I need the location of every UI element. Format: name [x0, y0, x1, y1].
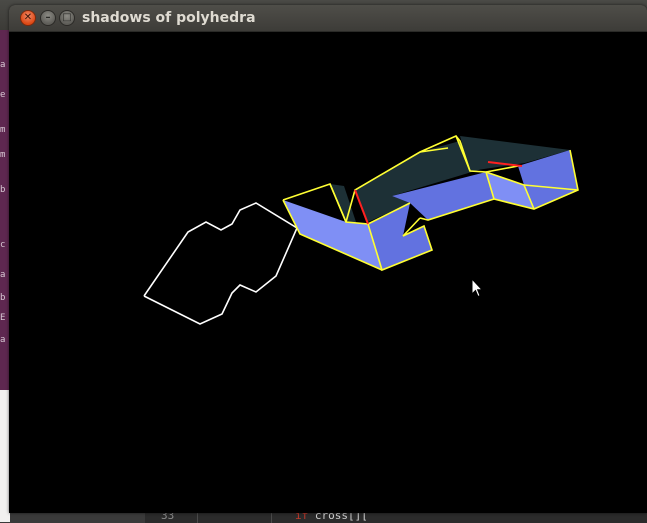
background-text-glyph: a [0, 270, 6, 280]
maximize-button[interactable]: □ [59, 10, 75, 26]
background-text-glyph: m [0, 125, 6, 135]
background-text-glyph: a [0, 60, 6, 70]
scene-svg [143, 135, 579, 325]
window-title: shadows of polyhedra [82, 10, 256, 26]
shadow-outline [143, 202, 299, 325]
app-window: ✕ – □ shadows of polyhedra [9, 5, 647, 513]
background-text-glyph: e [0, 90, 6, 100]
close-button[interactable]: ✕ [20, 10, 36, 26]
background-text-glyph: m [0, 150, 6, 160]
window-titlebar[interactable]: ✕ – □ shadows of polyhedra [9, 5, 647, 32]
mouse-cursor-icon [471, 278, 483, 298]
render-canvas[interactable] [9, 32, 647, 513]
background-text-glyph: b [0, 293, 6, 303]
background-text-glyph: b [0, 185, 6, 195]
background-text-glyph: E [0, 313, 6, 323]
background-text-glyph: c [0, 240, 6, 250]
background-text-glyph: a [0, 335, 6, 345]
minimize-button[interactable]: – [40, 10, 56, 26]
